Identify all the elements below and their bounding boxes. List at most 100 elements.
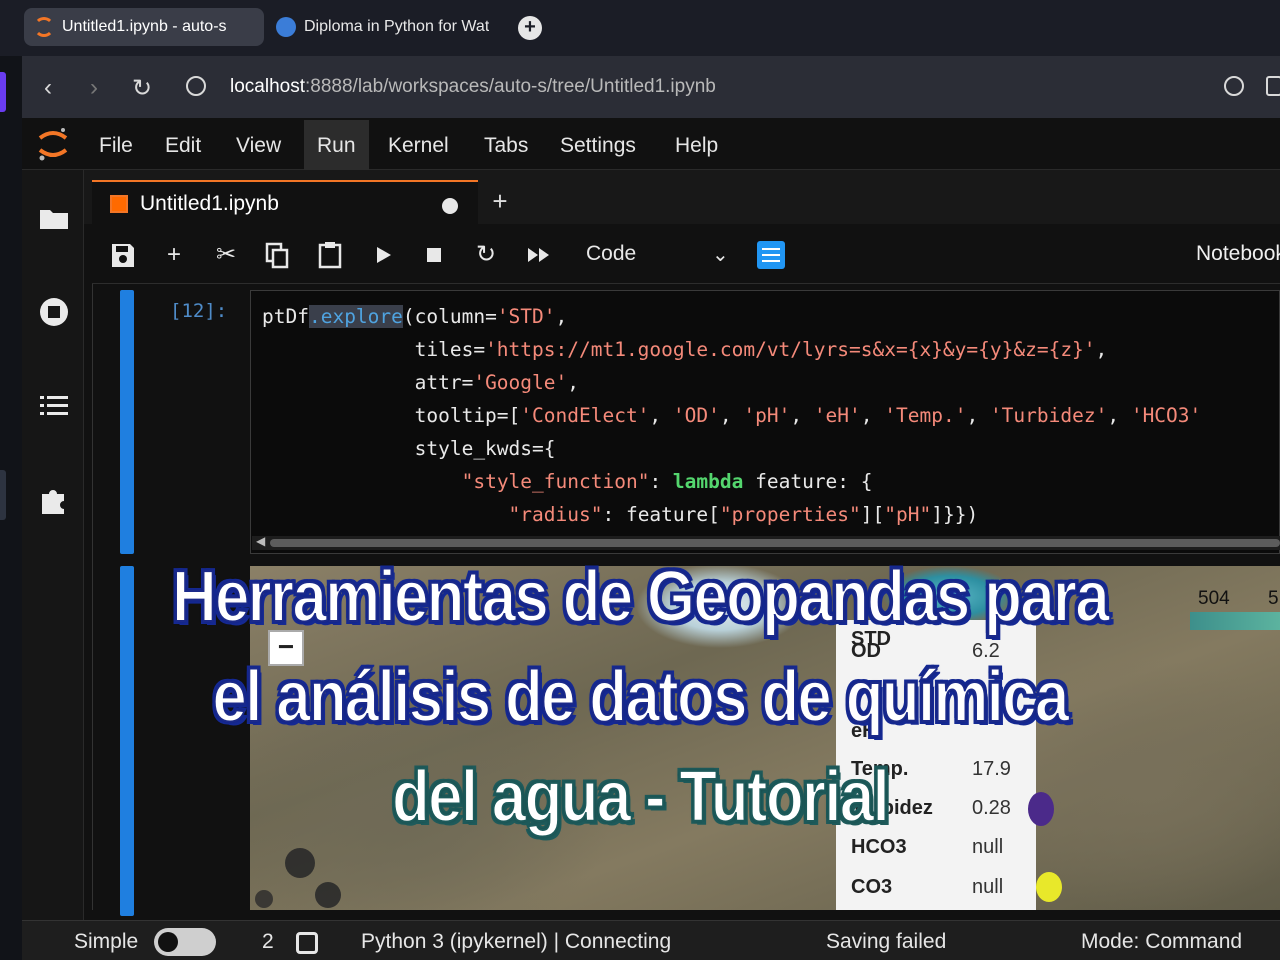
overlay-title-line-1: Herramientas de Geopandas para [171, 556, 1111, 638]
code-token: 'CondElect' [520, 404, 650, 427]
notebook-tab-title: Untitled1.ipynb [140, 192, 279, 215]
code-token: attr= [262, 371, 474, 394]
forward-arrow-icon[interactable]: › [80, 74, 108, 102]
tooltip-row: CO3 null [836, 876, 1036, 916]
simple-mode-label: Simple [74, 930, 139, 953]
mode-indicator: Mode: Command [1081, 930, 1243, 953]
cell-type-select[interactable]: Code [586, 242, 636, 266]
kernel-status-icon[interactable] [296, 932, 318, 954]
menu-edit[interactable]: Edit [152, 120, 214, 170]
code-token: ptDf [262, 305, 309, 328]
tooltip-key: CO3 [851, 876, 893, 898]
code-token: 'OD' [672, 404, 720, 427]
code-token: 'HCO3' [1130, 404, 1202, 427]
new-tab-button[interactable]: + [518, 16, 542, 40]
menu-help[interactable]: Help [662, 120, 731, 170]
code-token: "properties" [719, 503, 861, 526]
tooltip-key: HCO3 [851, 836, 907, 858]
cell-prompt: [12]: [170, 300, 228, 322]
back-arrow-icon[interactable]: ‹ [34, 74, 62, 102]
menu-kernel[interactable]: Kernel [375, 120, 462, 170]
code-token: , [649, 404, 673, 427]
left-sidebar [22, 170, 84, 920]
scroll-left-icon[interactable]: ◀ [256, 534, 265, 548]
code-token: 'Google' [473, 371, 568, 394]
property-inspector-icon[interactable] [757, 241, 785, 269]
map-legend-colorbar [1190, 612, 1280, 630]
code-token: , [1107, 404, 1131, 427]
menu-settings[interactable]: Settings [547, 120, 649, 170]
os-sidebar-strip [0, 0, 22, 960]
diploma-favicon-icon [276, 17, 296, 37]
map-marker[interactable] [255, 890, 273, 908]
menu-file[interactable]: File [86, 120, 146, 170]
url-field[interactable]: localhost:8888/lab/workspaces/auto-s/tre… [230, 76, 716, 98]
kernel-name-label[interactable]: Notebook [1196, 242, 1280, 266]
legend-tick: 5 [1268, 588, 1279, 609]
overlay-title-line-2: el análisis de datos de química [212, 656, 1071, 738]
browser-tab-title: Diploma in Python for Wat [304, 18, 490, 35]
code-token: ][ [860, 503, 885, 526]
code-token: , [567, 371, 579, 394]
folder-icon[interactable] [38, 202, 70, 234]
terminal-count[interactable]: 2 [262, 930, 274, 954]
cut-icon[interactable]: ✂ [212, 240, 240, 270]
extension-manager-icon[interactable] [38, 484, 70, 516]
restart-icon[interactable]: ↻ [472, 240, 500, 270]
os-strip-accent [0, 72, 6, 112]
copy-icon[interactable] [263, 240, 291, 270]
map-marker[interactable] [315, 882, 341, 908]
zoom-icon[interactable] [1224, 76, 1244, 96]
code-token: 'https://mt1.google.com/vt/lyrs=s&x={x}&… [485, 338, 1096, 361]
code-token: feature: { [743, 470, 873, 493]
code-token: , [790, 404, 814, 427]
jupyter-favicon-icon [34, 17, 54, 37]
map-marker[interactable] [1036, 872, 1062, 902]
reload-icon[interactable]: ↻ [128, 74, 156, 103]
code-token: .explore [308, 305, 403, 328]
code-token: "radius" [508, 503, 603, 526]
tooltip-value: null [972, 836, 1004, 858]
table-of-contents-icon[interactable] [38, 390, 70, 422]
kernel-status[interactable]: Python 3 (ipykernel) | Connecting [361, 930, 671, 954]
extension-icon[interactable] [1266, 76, 1280, 96]
code-content[interactable]: ptDf.explore(column='STD', tiles='https:… [262, 300, 1201, 531]
run-icon[interactable] [369, 240, 397, 270]
save-icon[interactable] [109, 240, 137, 270]
code-token: (column= [402, 305, 497, 328]
url-path: :8888/lab/workspaces/auto-s/tree/Untitle… [305, 76, 716, 97]
browser-tab-jupyter[interactable]: Untitled1.ipynb - auto-s [24, 8, 264, 46]
editor-horizontal-scrollbar[interactable]: ◀ [252, 534, 1280, 550]
globe-icon[interactable] [186, 76, 206, 96]
code-token: 'STD' [496, 305, 556, 328]
scrollbar-thumb[interactable] [270, 539, 1280, 547]
url-host: localhost [230, 76, 305, 97]
stop-icon[interactable] [420, 240, 448, 270]
code-token: "style_function" [461, 470, 650, 493]
browser-tab-diploma[interactable]: Diploma in Python for Wat [266, 8, 506, 46]
add-cell-icon[interactable]: + [160, 240, 188, 270]
add-launcher-button[interactable]: + [482, 186, 518, 217]
menu-tabs[interactable]: Tabs [471, 120, 541, 170]
code-token: 'Turbidez' [989, 404, 1108, 427]
chevron-down-icon[interactable]: ⌄ [712, 242, 729, 267]
cell-input-collapser[interactable] [120, 290, 134, 554]
code-token: , [719, 404, 744, 427]
notebook-tab[interactable]: Untitled1.ipynb [92, 180, 478, 226]
code-token: , [555, 305, 568, 328]
code-token: lambda [672, 470, 744, 493]
map-marker[interactable] [285, 848, 315, 878]
paste-icon[interactable] [316, 240, 344, 270]
unsaved-dot-icon[interactable] [442, 198, 458, 214]
running-sessions-icon[interactable] [38, 296, 70, 328]
menu-run[interactable]: Run [304, 120, 369, 170]
tooltip-value: null [972, 876, 1004, 898]
menu-view[interactable]: View [223, 120, 294, 170]
notebook-icon [110, 195, 128, 213]
fast-forward-icon[interactable] [525, 240, 553, 270]
code-token: 'pH' [743, 404, 791, 427]
simple-mode-toggle[interactable] [154, 928, 216, 956]
save-status: Saving failed [826, 930, 947, 953]
code-token: ]}}) [931, 503, 979, 526]
os-strip-accent-2 [0, 470, 6, 520]
